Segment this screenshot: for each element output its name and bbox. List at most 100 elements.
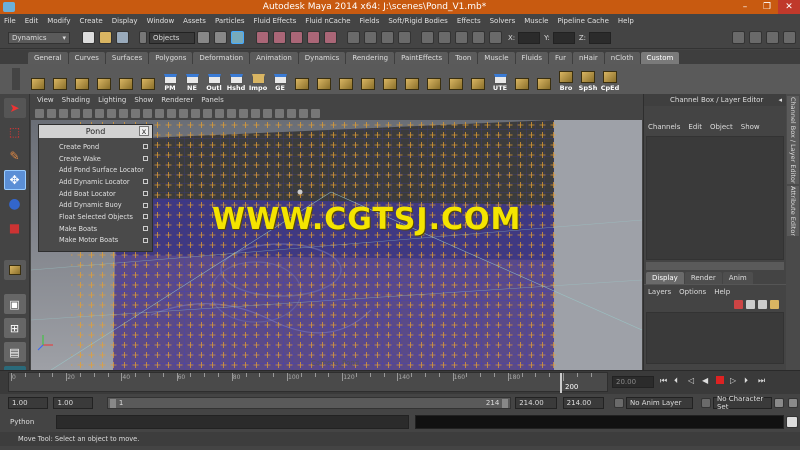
tab-fluids[interactable]: Fluids — [515, 52, 548, 64]
tab-muscle[interactable]: Muscle — [478, 52, 515, 64]
menu-muscle[interactable]: Muscle — [524, 17, 548, 25]
bookmark-icon[interactable] — [59, 108, 68, 118]
menu-particles[interactable]: Particles — [215, 17, 245, 25]
render-frame-icon[interactable] — [364, 31, 377, 44]
command-language-label[interactable]: Python — [10, 418, 56, 426]
menu-fluid-effects[interactable]: Fluid Effects — [253, 17, 296, 25]
menu-fluid-ncache[interactable]: Fluid nCache — [305, 17, 350, 25]
playback-end-field[interactable]: 214.00 — [515, 397, 557, 409]
shadows-icon[interactable] — [215, 108, 224, 118]
pond-menu-add-dynamic-locator[interactable]: Add Dynamic Locator — [39, 176, 152, 188]
shelf-button-6[interactable] — [138, 66, 158, 92]
field-chart-icon[interactable] — [131, 108, 140, 118]
option-box-icon[interactable] — [143, 191, 148, 197]
pond-menu-add-pond-surface-locator[interactable]: Add Pond Surface Locator — [39, 164, 152, 176]
render-settings-icon[interactable] — [398, 31, 411, 44]
animation-end-field[interactable]: 214.00 — [562, 397, 605, 409]
go-to-start-icon[interactable]: ⏮ — [660, 376, 672, 388]
shelf-button-ge[interactable]: GE — [270, 66, 290, 92]
paint-select-tool-button[interactable]: ✎ — [4, 146, 26, 166]
tab-polygons[interactable]: Polygons — [149, 52, 193, 64]
shelf-button-hypershade[interactable]: Hshd — [226, 66, 246, 92]
motion-blur-icon[interactable] — [239, 108, 248, 118]
play-backwards-icon[interactable]: ◀ — [702, 376, 714, 388]
shelf-button-15[interactable] — [468, 66, 488, 92]
panel-close-icon[interactable]: ◂ — [778, 96, 782, 104]
last-tool-button[interactable] — [3, 260, 26, 280]
step-back-frame-icon[interactable]: ⏴ — [674, 376, 686, 388]
depth-of-field-icon[interactable] — [263, 108, 272, 118]
playback-start-field[interactable]: 1.00 — [53, 397, 94, 409]
selection-mode-menu-icon[interactable] — [139, 31, 147, 44]
shelf-button-4[interactable] — [94, 66, 114, 92]
select-object-icon[interactable] — [214, 31, 227, 44]
shelf-menu-icon[interactable] — [12, 68, 20, 90]
open-scene-icon[interactable] — [99, 31, 112, 44]
four-view-layout-button[interactable]: ⊞ — [3, 318, 26, 338]
shelf-button-2[interactable] — [50, 66, 70, 92]
layer-tab-anim[interactable]: Anim — [722, 272, 753, 284]
menu-assets[interactable]: Assets — [183, 17, 206, 25]
shelf-button-outliner[interactable]: Outl — [204, 66, 224, 92]
tab-fur[interactable]: Fur — [548, 52, 572, 64]
gate-mask-icon[interactable] — [119, 108, 128, 118]
viewport-menu-show[interactable]: Show — [134, 96, 153, 104]
render-view-icon[interactable] — [421, 31, 434, 44]
auto-key-icon[interactable] — [774, 398, 785, 408]
scale-tool-button[interactable]: ■ — [4, 218, 26, 238]
snap-grid-icon[interactable] — [256, 31, 269, 44]
anim-layer-field[interactable]: No Anim Layer — [625, 397, 694, 409]
save-scene-icon[interactable] — [116, 31, 129, 44]
viewport-menu-renderer[interactable]: Renderer — [161, 96, 193, 104]
channel-box-menu-object[interactable]: Object — [710, 123, 733, 131]
panel-splitter[interactable] — [646, 262, 784, 270]
move-layer-up-icon[interactable] — [734, 299, 743, 309]
menu-edit[interactable]: Edit — [25, 17, 39, 25]
time-slider[interactable]: 0 20 40 60 80 100 120 140 160 180 200 20.00 ⏮ ⏴ ◁… — [0, 370, 800, 394]
tab-nhair[interactable]: nHair — [572, 52, 604, 64]
toggle-tool-settings-icon[interactable] — [766, 31, 779, 44]
pond-window-close-button[interactable]: x — [139, 126, 149, 136]
tab-rendering[interactable]: Rendering — [346, 52, 395, 64]
y-field[interactable] — [552, 31, 575, 44]
safe-action-icon[interactable] — [143, 108, 152, 118]
option-box-icon[interactable] — [143, 144, 148, 150]
menu-effects[interactable]: Effects — [457, 17, 481, 25]
xray-joints-icon[interactable] — [299, 108, 308, 118]
select-component-icon[interactable] — [231, 31, 244, 44]
textured-icon[interactable] — [191, 108, 200, 118]
step-forward-frame-icon[interactable]: ⏵ — [744, 376, 756, 388]
menu-display[interactable]: Display — [112, 17, 138, 25]
toggle-sidebar-icon[interactable] — [732, 31, 745, 44]
shelf-button-8[interactable] — [314, 66, 334, 92]
anti-aliasing-icon[interactable] — [251, 108, 260, 118]
channel-box-menu-show[interactable]: Show — [741, 123, 760, 131]
snap-surface-icon[interactable] — [307, 31, 320, 44]
new-scene-icon[interactable] — [82, 31, 95, 44]
layer-tab-render[interactable]: Render — [684, 272, 722, 284]
pond-menu-add-boat-locator[interactable]: Add Boat Locator — [39, 188, 152, 200]
channel-box-menu-channels[interactable]: Channels — [648, 123, 680, 131]
step-back-key-icon[interactable]: ◁ — [688, 376, 700, 388]
layer-menu-options[interactable]: Options — [679, 288, 706, 296]
tab-painteffects[interactable]: PaintEffects — [395, 52, 449, 64]
current-time-marker[interactable] — [560, 373, 562, 393]
tab-ncloth[interactable]: nCloth — [604, 52, 640, 64]
layer-list[interactable] — [646, 312, 784, 364]
tab-dynamics[interactable]: Dynamics — [298, 52, 346, 64]
menu-soft-rigid-bodies[interactable]: Soft/Rigid Bodies — [388, 17, 447, 25]
option-box-icon[interactable] — [143, 214, 148, 220]
viewport-menu-view[interactable]: View — [37, 96, 54, 104]
menu-create[interactable]: Create — [79, 17, 102, 25]
shelf-button-import[interactable]: Impo — [248, 66, 268, 92]
camera-attributes-icon[interactable] — [47, 108, 56, 118]
go-to-end-icon[interactable]: ⏭ — [758, 376, 770, 388]
menu-pipeline-cache[interactable]: Pipeline Cache — [558, 17, 609, 25]
range-start-handle[interactable] — [109, 398, 116, 408]
pond-menu-float-selected-objects[interactable]: Float Selected Objects — [39, 211, 152, 223]
ipr-render-icon[interactable] — [381, 31, 394, 44]
option-box-icon[interactable] — [143, 179, 148, 185]
menu-fields[interactable]: Fields — [360, 17, 380, 25]
film-gate-icon[interactable] — [95, 108, 104, 118]
persp-outliner-layout-button[interactable]: ▤ — [3, 342, 26, 362]
